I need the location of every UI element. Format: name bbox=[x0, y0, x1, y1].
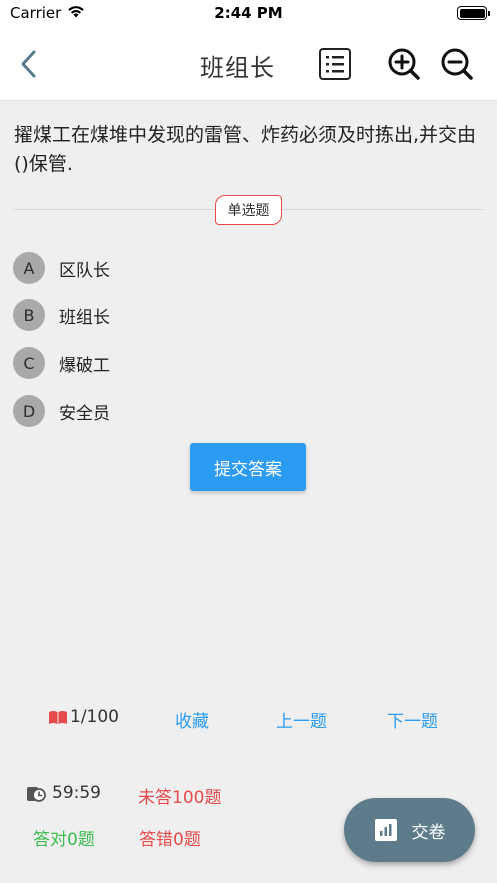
zoom-in-button[interactable] bbox=[386, 46, 422, 82]
option-a[interactable]: A 区队长 bbox=[13, 252, 110, 284]
status-bar: Carrier 2:44 PM bbox=[0, 0, 497, 28]
zoom-out-button[interactable] bbox=[439, 46, 475, 82]
next-question-button[interactable]: 下一题 bbox=[387, 707, 438, 732]
submit-paper-button[interactable]: 交卷 bbox=[344, 798, 475, 862]
prev-question-button[interactable]: 上一题 bbox=[276, 707, 327, 732]
exam-timer: 59:59 bbox=[26, 783, 101, 803]
battery-icon bbox=[457, 6, 490, 20]
option-b[interactable]: B 班组长 bbox=[13, 299, 110, 331]
wrong-count: 答错0题 bbox=[139, 830, 201, 850]
option-c[interactable]: C 爆破工 bbox=[13, 347, 110, 379]
page-title: 班组长 bbox=[200, 54, 275, 82]
list-icon bbox=[319, 48, 351, 80]
zoom-out-icon bbox=[441, 48, 473, 80]
chart-icon bbox=[374, 819, 397, 841]
option-letter: B bbox=[13, 299, 45, 331]
progress-text: 1/100 bbox=[70, 707, 119, 727]
nav-bar: 班组长 bbox=[0, 28, 497, 101]
book-icon bbox=[49, 711, 67, 724]
question-progress: 1/100 bbox=[48, 707, 119, 727]
submit-paper-label: 交卷 bbox=[411, 822, 446, 843]
clock-icon bbox=[27, 787, 46, 802]
favorite-button[interactable]: 收藏 bbox=[175, 707, 209, 732]
option-letter: D bbox=[13, 395, 45, 427]
option-text: 安全员 bbox=[59, 403, 110, 424]
option-text: 班组长 bbox=[59, 307, 110, 328]
question-list-button[interactable] bbox=[318, 46, 352, 82]
question-type-badge: 单选题 bbox=[215, 195, 282, 225]
option-letter: A bbox=[13, 252, 45, 284]
submit-answer-button[interactable]: 提交答案 bbox=[190, 443, 306, 491]
correct-count: 答对0题 bbox=[33, 830, 95, 850]
zoom-in-icon bbox=[388, 48, 420, 80]
option-d[interactable]: D 安全员 bbox=[13, 395, 110, 427]
timer-text: 59:59 bbox=[52, 783, 101, 803]
status-time: 2:44 PM bbox=[214, 4, 283, 22]
option-letter: C bbox=[13, 347, 45, 379]
back-button[interactable] bbox=[14, 48, 44, 80]
question-text: 擢煤工在煤堆中发现的雷管、炸药必须及时拣出,并交由()保管. bbox=[14, 124, 477, 175]
option-text: 区队长 bbox=[59, 260, 110, 281]
chevron-left-icon bbox=[21, 50, 36, 78]
unanswered-count: 未答100题 bbox=[138, 788, 222, 808]
option-text: 爆破工 bbox=[59, 355, 110, 376]
exam-screen: Carrier 2:44 PM 班组长 擢煤工在煤堆中发现的雷管、炸药必须及时拣… bbox=[0, 0, 497, 883]
